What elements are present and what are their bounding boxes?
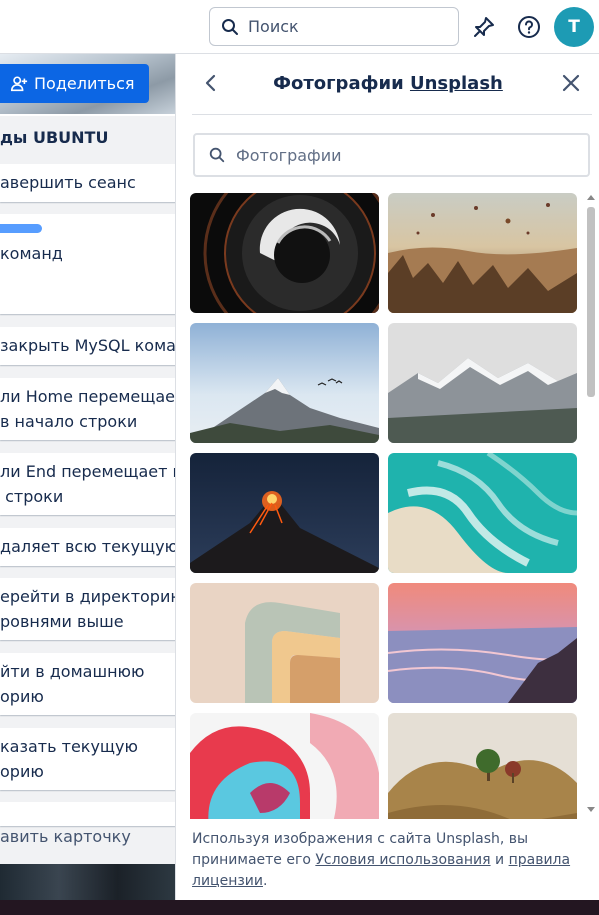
- list-card[interactable]: ли Home перемещает в начало строки: [0, 378, 176, 440]
- photo-cappadocia-balloons[interactable]: [388, 193, 577, 313]
- unsplash-panel: Фотографии Unsplash Фотографии Используя…: [175, 54, 599, 900]
- photo-turquoise-waves-image: [388, 453, 577, 573]
- share-button[interactable]: Поделиться: [0, 64, 149, 103]
- avatar[interactable]: T: [554, 7, 594, 47]
- photo-pink-sea[interactable]: [388, 583, 577, 703]
- photo-search[interactable]: [193, 133, 590, 177]
- photo-grid-scrollbar[interactable]: [584, 193, 598, 819]
- list-card[interactable]: ли End перемещает к строки: [0, 453, 176, 515]
- global-search[interactable]: Поиск: [209, 7, 459, 46]
- photo-mountain-birds-image: [190, 323, 379, 443]
- notifications-icon[interactable]: [470, 13, 498, 41]
- photo-camera-lens-image: [190, 193, 379, 313]
- photo-volcano-night[interactable]: [190, 453, 379, 573]
- close-button[interactable]: [558, 70, 584, 96]
- photo-search-input[interactable]: [236, 145, 566, 165]
- photo-mountain-birds[interactable]: [190, 323, 379, 443]
- photo-abstract-red-blue-image: [190, 713, 379, 819]
- scroll-down-arrow[interactable]: [587, 807, 595, 812]
- list-card[interactable]: казать текущую орию: [0, 728, 176, 790]
- photo-abstract-shape[interactable]: [190, 583, 379, 703]
- photo-abstract-shape-image: [190, 583, 379, 703]
- list-title: ды UBUNTU: [0, 128, 109, 147]
- photo-abstract-red-blue[interactable]: [190, 713, 379, 819]
- list-card[interactable]: даляет всю текущую с: [0, 528, 176, 566]
- scroll-thumb[interactable]: [587, 207, 595, 397]
- photo-snowy-mountains[interactable]: [388, 323, 577, 443]
- photo-grid: [190, 193, 580, 819]
- help-icon[interactable]: [515, 13, 543, 41]
- list-card[interactable]: команд: [0, 214, 176, 314]
- unsplash-attribution: Используя изображения с сайта Unsplash, …: [192, 831, 571, 889]
- photo-tree-hills[interactable]: [388, 713, 577, 819]
- panel-title-prefix: Фотографии: [273, 73, 404, 94]
- terms-link[interactable]: Условия использования: [315, 852, 490, 868]
- list-card[interactable]: авершить сеанс: [0, 164, 176, 202]
- list-card[interactable]: йти в домашнюю орию: [0, 653, 176, 715]
- photo-tree-hills-image: [388, 713, 577, 819]
- photo-cappadocia-balloons-image: [388, 193, 577, 313]
- list-card[interactable]: [0, 802, 176, 826]
- board-list: ды UBUNTU авершить сеанс команд закрыть …: [0, 116, 176, 876]
- photo-snowy-mountains-image: [388, 323, 577, 443]
- photo-volcano-night-image: [190, 453, 379, 573]
- panel-header: Фотографии Unsplash: [176, 54, 599, 114]
- unsplash-link[interactable]: Unsplash: [410, 73, 503, 94]
- list-card[interactable]: закрыть MySQL кома: [0, 327, 176, 365]
- share-button-label: Поделиться: [34, 74, 135, 93]
- add-user-icon: [10, 75, 28, 91]
- add-card-button[interactable]: авить карточку: [0, 827, 131, 846]
- search-icon: [222, 18, 238, 35]
- close-icon: [562, 74, 580, 92]
- top-header: Поиск T: [0, 0, 599, 54]
- card-label: [0, 224, 42, 233]
- list-card[interactable]: ерейти в директорию ровнями выше: [0, 578, 176, 640]
- scroll-up-arrow[interactable]: [587, 195, 595, 200]
- panel-title: Фотографии Unsplash: [176, 73, 599, 94]
- photo-turquoise-waves[interactable]: [388, 453, 577, 573]
- photo-pink-sea-image: [388, 583, 577, 703]
- board-background: Поделиться ды UBUNTU авершить сеанс кома…: [0, 54, 176, 915]
- panel-divider: [192, 114, 592, 115]
- bottom-strip: [0, 900, 599, 915]
- photo-camera-lens[interactable]: [190, 193, 379, 313]
- search-icon: [209, 147, 225, 163]
- global-search-label: Поиск: [248, 17, 299, 36]
